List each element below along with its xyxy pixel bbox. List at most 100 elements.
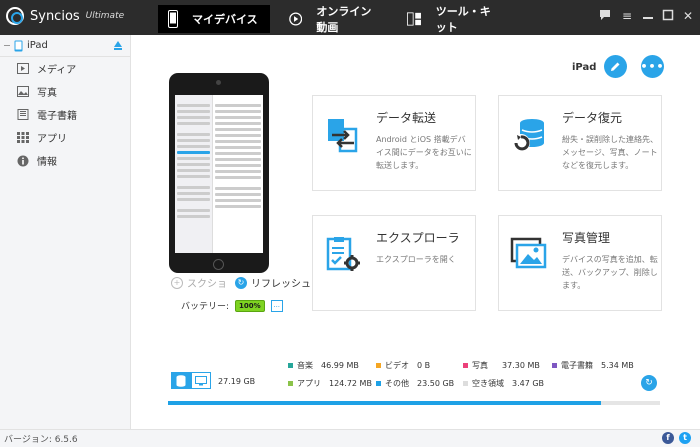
app-name: Syncios [30, 8, 80, 24]
legend-value: 0 B [417, 361, 431, 370]
more-options-button[interactable]: ••• [640, 55, 665, 78]
card-data-transfer[interactable]: データ転送 Android とiOS 搭載デバイス間にデータをお互いに転送します… [312, 95, 476, 191]
tab-label: ツール・キット [435, 5, 491, 34]
photo-manager-icon [510, 237, 547, 269]
sidebar-device-ipad[interactable]: iPad [0, 35, 130, 57]
legend-apps: アプリ 124.72 MB [288, 378, 372, 389]
explorer-icon [326, 237, 360, 271]
tab-online-video[interactable]: オンライン動画 [279, 5, 391, 34]
version-label: バージョン: 6.5.6 [4, 435, 78, 445]
tablet-icon [14, 40, 23, 51]
storage-chip-display[interactable] [191, 372, 211, 389]
legend-free-space: 空き領域 3.47 GB [463, 378, 544, 389]
sidebar-item-label: 写真 [37, 88, 57, 99]
tab-label: オンライン動画 [316, 5, 372, 34]
status-bar: バージョン: 6.5.6 [0, 429, 700, 447]
legend-label: 音楽 [297, 361, 313, 370]
app-edition: Ultimate [85, 11, 125, 21]
battery-label: バッテリー: [181, 302, 230, 312]
camera-dot [216, 80, 221, 85]
card-explorer[interactable]: エクスプローラ エクスプローラを開く [312, 215, 476, 311]
close-icon[interactable]: ✕ [681, 9, 695, 23]
screen-detail-pane [213, 95, 263, 253]
photo-icon [17, 86, 29, 97]
media-icon [17, 63, 29, 74]
syncios-logo-icon [6, 7, 24, 25]
screenshot-button[interactable]: スクショ [187, 275, 227, 290]
device-actions: + スクショ ↻ リフレッシュ [171, 275, 311, 290]
monitor-icon [195, 375, 207, 385]
book-icon [17, 109, 29, 120]
card-description: 紛失・誤削除した連絡先、メッセージ、写真、ノートなどを復元します。 [562, 135, 658, 170]
chat-icon[interactable] [598, 9, 612, 23]
screenshot-icon[interactable]: + [171, 276, 183, 289]
minimize-icon[interactable] [641, 9, 655, 23]
phone-icon [168, 10, 178, 28]
battery-status: バッテリー: 100% ... [181, 299, 283, 312]
sidebar-item-apps[interactable]: アプリ [0, 126, 130, 149]
card-description: Android とiOS 搭載デバイス間にデータをお互いに転送します。 [376, 135, 472, 170]
card-title: エクスプローラ [376, 231, 460, 245]
toolkit-icon [407, 12, 421, 26]
refresh-icon: ↻ [645, 378, 653, 388]
apps-icon [17, 132, 29, 143]
transfer-icon [328, 119, 358, 153]
legend-photos: 写真 37.30 MB [463, 360, 540, 371]
legend-label: アプリ [297, 379, 321, 388]
sidebar-item-ebooks[interactable]: 電子書籍 [0, 103, 130, 126]
sidebar-item-label: 情報 [37, 157, 57, 168]
legend-music: 音楽 46.99 MB [288, 360, 359, 371]
restore-icon [512, 119, 544, 152]
tab-label: マイデバイス [192, 13, 258, 26]
legend-label: その他 [385, 379, 409, 388]
device-screen [175, 95, 263, 253]
sidebar-item-label: アプリ [37, 134, 67, 145]
maximize-icon[interactable] [661, 9, 675, 23]
card-data-recovery[interactable]: データ復元 紛失・誤削除した連絡先、メッセージ、写真、ノートなどを復元します。 [498, 95, 662, 191]
device-label: iPad [27, 40, 48, 51]
database-icon [176, 374, 186, 387]
card-title: データ復元 [562, 111, 623, 125]
card-photo-manager[interactable]: 写真管理 デバイスの写真を追加、転送、バックアップ、削除します。 [498, 215, 662, 311]
main-panel: iPad ••• + スクショ ↻ リフレッシュ バッテリー: 100% ...… [131, 35, 700, 429]
card-description: エクスプローラを開く [376, 255, 456, 264]
legend-label: ビデオ [385, 361, 409, 370]
menu-icon[interactable]: ≡ [620, 9, 634, 23]
pencil-icon [611, 62, 620, 71]
sidebar-item-media[interactable]: メディア [0, 57, 130, 80]
more-icon: ••• [640, 60, 665, 73]
twitter-icon[interactable]: t [679, 432, 691, 444]
storage-refresh-button[interactable]: ↻ [641, 375, 657, 391]
legend-other: その他 23.50 GB [376, 378, 454, 389]
legend-value: 23.50 GB [417, 379, 455, 388]
sidebar-item-label: メディア [37, 65, 77, 76]
legend-swatch [288, 381, 293, 386]
legend-value: 5.34 MB [601, 361, 634, 370]
tree-line [4, 45, 10, 46]
refresh-button[interactable]: リフレッシュ [251, 275, 311, 290]
legend-ebooks: 電子書籍 5.34 MB [552, 360, 634, 371]
sidebar-item-photo[interactable]: 写真 [0, 80, 130, 103]
tab-my-device[interactable]: マイデバイス [158, 5, 270, 33]
legend-value: 124.72 MB [329, 379, 372, 388]
legend-video: ビデオ 0 B [376, 360, 430, 371]
info-icon [17, 155, 29, 166]
legend-value: 46.99 MB [321, 361, 359, 370]
storage-chip-disk[interactable] [171, 372, 191, 389]
device-name: iPad [572, 62, 597, 73]
battery-more-button[interactable]: ... [270, 299, 283, 312]
card-description: デバイスの写真を追加、転送、バックアップ、削除します。 [562, 255, 658, 290]
refresh-icon[interactable]: ↻ [235, 276, 247, 289]
storage-usage-fill [168, 401, 601, 405]
play-icon [289, 12, 303, 26]
eject-icon[interactable] [114, 41, 122, 50]
facebook-icon[interactable]: f [662, 432, 674, 444]
sidebar-item-label: 電子書籍 [37, 111, 77, 122]
legend-swatch [376, 363, 381, 368]
card-title: データ転送 [376, 111, 437, 125]
legend-swatch [552, 363, 557, 368]
legend-swatch [288, 363, 293, 368]
edit-device-button[interactable] [604, 55, 627, 78]
tab-toolkit[interactable]: ツール・キット [397, 5, 509, 34]
sidebar-item-info[interactable]: 情報 [0, 149, 130, 172]
